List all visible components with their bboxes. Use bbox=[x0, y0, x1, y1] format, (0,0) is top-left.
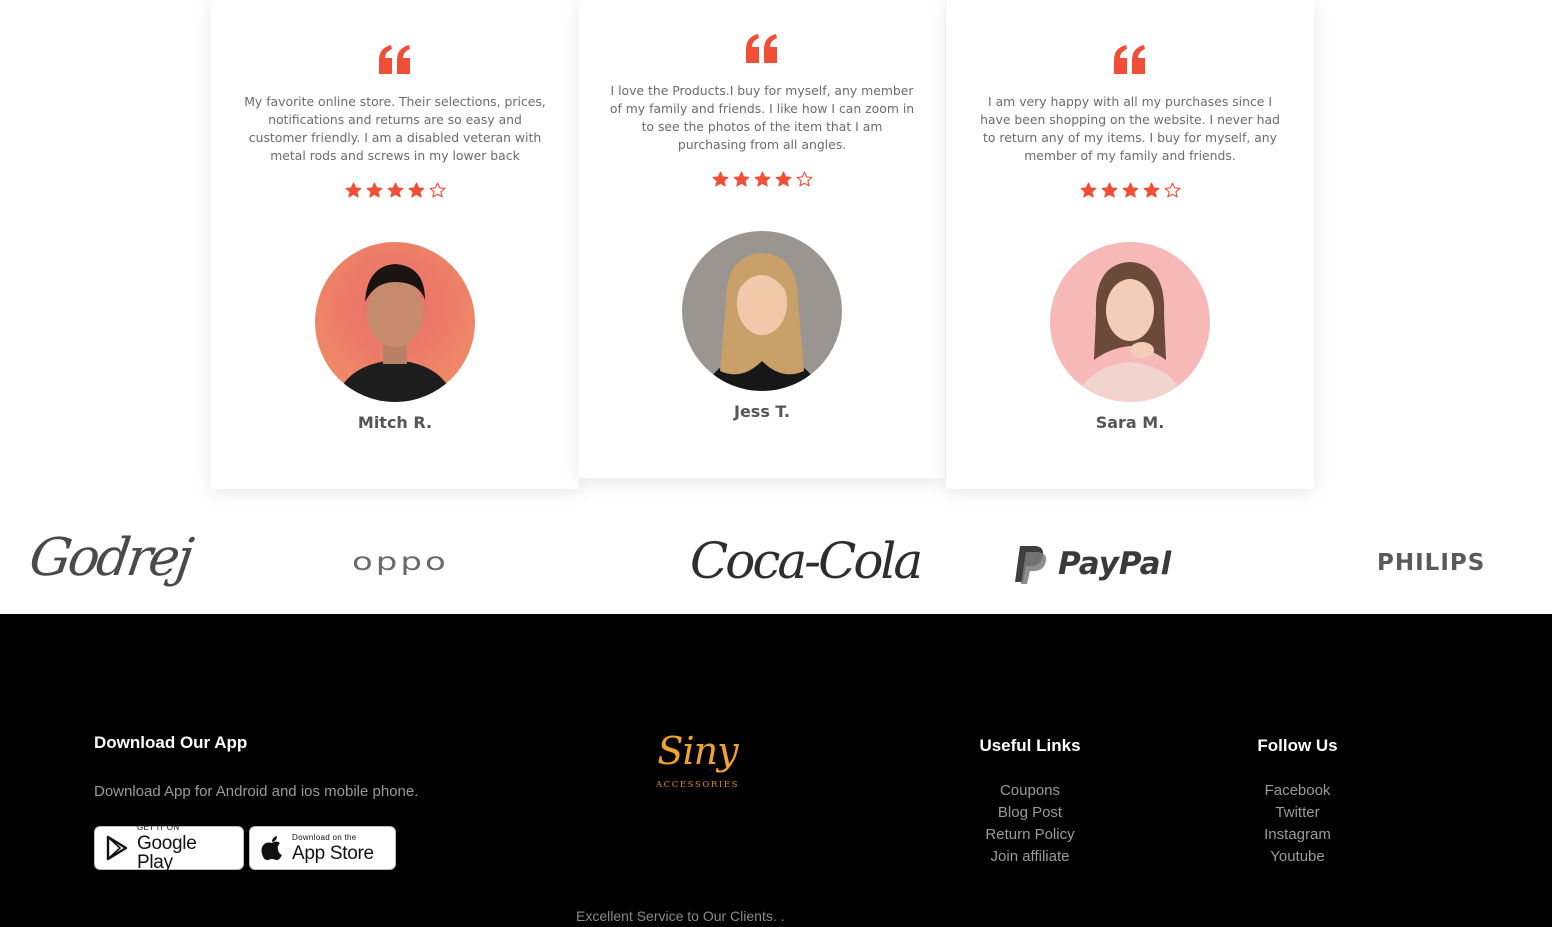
brand-logo-godrej[interactable]: Godrej bbox=[26, 528, 194, 588]
testimonial-card: I am very happy with all my purchases si… bbox=[946, 0, 1314, 489]
star-filled-icon bbox=[387, 182, 403, 198]
star-filled-icon bbox=[366, 182, 382, 198]
avatar bbox=[315, 242, 475, 402]
footer-tagline: Excellent Service to Our Clients. . bbox=[576, 908, 785, 924]
footer: Download Our App Download App for Androi… bbox=[0, 614, 1552, 927]
social-link-instagram[interactable]: Instagram bbox=[1230, 824, 1365, 846]
app-store-small-label: Download on the bbox=[292, 832, 357, 842]
avatar bbox=[682, 231, 842, 391]
customer-name: Sara M. bbox=[1095, 413, 1165, 432]
quote-icon bbox=[1114, 45, 1145, 74]
avatar bbox=[1050, 242, 1210, 402]
download-app-heading: Download Our App bbox=[94, 733, 248, 752]
site-logo[interactable]: Siny ACCESSORIES bbox=[650, 732, 745, 790]
star-outline-icon bbox=[429, 182, 445, 198]
star-outline-icon bbox=[1164, 182, 1180, 198]
follow-us-heading: Follow Us bbox=[1257, 736, 1338, 755]
star-filled-icon bbox=[1080, 182, 1096, 198]
brand-logo-oppo[interactable]: oppo bbox=[352, 548, 449, 577]
brand-strip: Godrej oppo Coca-Cola PayPal PHILIPS bbox=[0, 510, 1552, 610]
download-app-description: Download App for Android and ios mobile … bbox=[94, 783, 419, 800]
quote-icon bbox=[746, 34, 777, 63]
rating-stars bbox=[211, 182, 579, 199]
testimonial-text: I love the Products.I buy for myself, an… bbox=[609, 83, 915, 152]
google-play-icon bbox=[106, 835, 128, 861]
google-play-button[interactable]: GET IT ON Google Play bbox=[94, 823, 244, 873]
paypal-wordmark: PayPal bbox=[1058, 546, 1172, 582]
apple-icon bbox=[261, 836, 282, 861]
star-filled-icon bbox=[1143, 182, 1159, 198]
footer-link-blog-post[interactable]: Blog Post bbox=[960, 802, 1100, 824]
logo-name: Siny bbox=[657, 729, 738, 773]
brand-logo-paypal[interactable]: PayPal bbox=[1014, 544, 1171, 584]
rating-stars bbox=[579, 171, 945, 188]
star-filled-icon bbox=[712, 171, 728, 187]
logo-subtitle: ACCESSORIES bbox=[655, 780, 740, 790]
testimonial-card: My favorite online store. Their selectio… bbox=[211, 0, 579, 489]
footer-link-join-affiliate[interactable]: Join affiliate bbox=[960, 846, 1100, 868]
footer-link-coupons[interactable]: Coupons bbox=[960, 780, 1100, 802]
brand-logo-cocacola[interactable]: Coca-Cola bbox=[690, 532, 923, 590]
brand-logo-philips[interactable]: PHILIPS bbox=[1377, 550, 1485, 576]
google-play-small-label: GET IT ON bbox=[137, 823, 180, 832]
star-filled-icon bbox=[345, 182, 361, 198]
footer-link-return-policy[interactable]: Return Policy bbox=[960, 824, 1100, 846]
useful-links-heading: Useful Links bbox=[979, 736, 1081, 755]
paypal-icon bbox=[1015, 546, 1047, 584]
follow-us: Follow Us Facebook Twitter Instagram You… bbox=[1230, 736, 1365, 868]
star-outline-icon bbox=[796, 171, 812, 187]
star-filled-icon bbox=[1122, 182, 1138, 198]
star-filled-icon bbox=[754, 171, 770, 187]
testimonial-text: My favorite online store. Their selectio… bbox=[244, 94, 546, 163]
testimonial-card: I love the Products.I buy for myself, an… bbox=[579, 0, 945, 478]
useful-links: Useful Links Coupons Blog Post Return Po… bbox=[960, 736, 1100, 868]
star-filled-icon bbox=[733, 171, 749, 187]
google-play-label: Google Play bbox=[137, 833, 197, 873]
customer-name: Mitch R. bbox=[357, 413, 433, 432]
rating-stars bbox=[946, 182, 1314, 199]
star-filled-icon bbox=[775, 171, 791, 187]
app-store-button[interactable]: Download on the App Store bbox=[249, 826, 396, 870]
social-link-facebook[interactable]: Facebook bbox=[1230, 780, 1365, 802]
star-filled-icon bbox=[1101, 182, 1117, 198]
quote-icon bbox=[379, 45, 410, 74]
star-filled-icon bbox=[408, 182, 424, 198]
app-store-label: App Store bbox=[292, 842, 374, 864]
social-link-youtube[interactable]: Youtube bbox=[1230, 846, 1365, 868]
testimonial-text: I am very happy with all my purchases si… bbox=[980, 94, 1280, 163]
customer-name: Jess T. bbox=[734, 402, 790, 421]
social-link-twitter[interactable]: Twitter bbox=[1230, 802, 1365, 824]
